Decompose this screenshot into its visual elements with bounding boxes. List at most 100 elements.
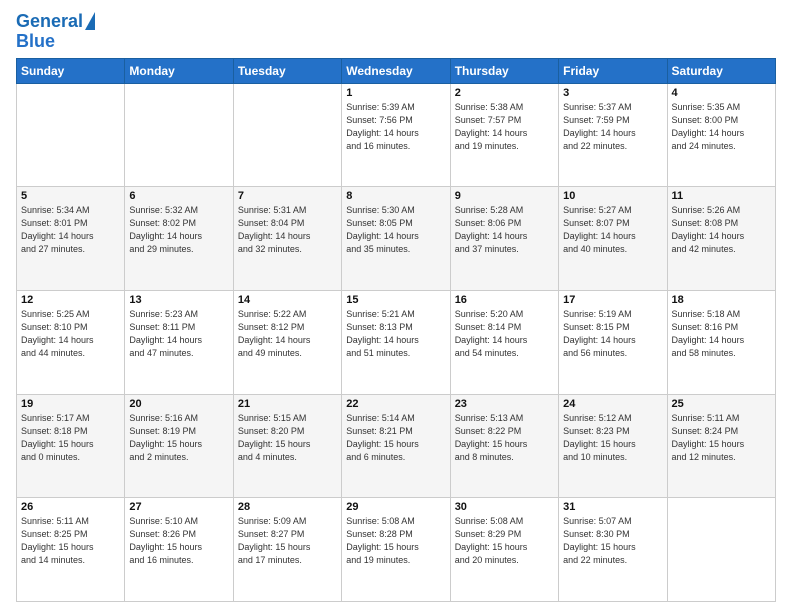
calendar-cell: 12 Sunrise: 5:25 AM Sunset: 8:10 PM Dayli… bbox=[17, 290, 125, 394]
calendar-cell: 10Sunrise: 5:27 AM Sunset: 8:07 PM Dayli… bbox=[559, 187, 667, 291]
day-number: 17 bbox=[563, 294, 662, 306]
calendar-week-row-4: 19 Sunrise: 5:17 AM Sunset: 8:18 PM Dayli… bbox=[17, 394, 776, 498]
day-number: 16 bbox=[455, 294, 554, 306]
page: General Blue SundayMondayTuesdayWednesda… bbox=[0, 0, 792, 612]
day-info: Sunrise: 5:20 AM Sunset: 8:14 PM Dayligh… bbox=[455, 308, 554, 360]
logo-text: General bbox=[16, 12, 83, 32]
day-number: 31 bbox=[563, 501, 662, 513]
day-number: 24 bbox=[563, 398, 662, 410]
calendar-cell: 11 Sunrise: 5:26 AM Sunset: 8:08 PM Dayli… bbox=[667, 187, 775, 291]
day-number: 18 bbox=[672, 294, 771, 306]
calendar-week-row-2: 5 Sunrise: 5:34 AM Sunset: 8:01 PM Daylig… bbox=[17, 187, 776, 291]
day-number: 1 bbox=[346, 87, 445, 99]
day-info: Sunrise: 5:39 AM Sunset: 7:56 PM Dayligh… bbox=[346, 101, 445, 153]
calendar-cell: 19 Sunrise: 5:17 AM Sunset: 8:18 PM Dayli… bbox=[17, 394, 125, 498]
calendar-cell: 17Sunrise: 5:19 AM Sunset: 8:15 PM Dayli… bbox=[559, 290, 667, 394]
day-number: 21 bbox=[238, 398, 337, 410]
calendar-cell: 9Sunrise: 5:28 AM Sunset: 8:06 PM Daylig… bbox=[450, 187, 558, 291]
calendar-cell: 3Sunrise: 5:37 AM Sunset: 7:59 PM Daylig… bbox=[559, 83, 667, 187]
day-number: 3 bbox=[563, 87, 662, 99]
logo-triangle-icon bbox=[85, 12, 95, 30]
calendar-cell: 6Sunrise: 5:32 AM Sunset: 8:02 PM Daylig… bbox=[125, 187, 233, 291]
day-info: Sunrise: 5:21 AM Sunset: 8:13 PM Dayligh… bbox=[346, 308, 445, 360]
calendar-week-row-3: 12 Sunrise: 5:25 AM Sunset: 8:10 PM Dayli… bbox=[17, 290, 776, 394]
day-info: Sunrise: 5:14 AM Sunset: 8:21 PM Dayligh… bbox=[346, 412, 445, 464]
calendar-cell: 27Sunrise: 5:10 AM Sunset: 8:26 PM Dayli… bbox=[125, 498, 233, 602]
calendar-cell: 25 Sunrise: 5:11 AM Sunset: 8:24 PM Dayli… bbox=[667, 394, 775, 498]
day-info: Sunrise: 5:16 AM Sunset: 8:19 PM Dayligh… bbox=[129, 412, 228, 464]
weekday-header-tuesday: Tuesday bbox=[233, 58, 341, 83]
day-info: Sunrise: 5:11 AM Sunset: 8:25 PM Dayligh… bbox=[21, 515, 120, 567]
calendar-cell: 5 Sunrise: 5:34 AM Sunset: 8:01 PM Daylig… bbox=[17, 187, 125, 291]
day-number: 29 bbox=[346, 501, 445, 513]
day-number: 2 bbox=[455, 87, 554, 99]
day-info: Sunrise: 5:13 AM Sunset: 8:22 PM Dayligh… bbox=[455, 412, 554, 464]
logo: General Blue bbox=[16, 12, 95, 52]
calendar-week-row-5: 26 Sunrise: 5:11 AM Sunset: 8:25 PM Dayli… bbox=[17, 498, 776, 602]
day-info: Sunrise: 5:34 AM Sunset: 8:01 PM Dayligh… bbox=[21, 204, 120, 256]
day-info: Sunrise: 5:15 AM Sunset: 8:20 PM Dayligh… bbox=[238, 412, 337, 464]
day-info: Sunrise: 5:27 AM Sunset: 8:07 PM Dayligh… bbox=[563, 204, 662, 256]
day-info: Sunrise: 5:30 AM Sunset: 8:05 PM Dayligh… bbox=[346, 204, 445, 256]
calendar: SundayMondayTuesdayWednesdayThursdayFrid… bbox=[16, 58, 776, 602]
logo-blue-text: Blue bbox=[16, 32, 55, 52]
calendar-cell: 18 Sunrise: 5:18 AM Sunset: 8:16 PM Dayli… bbox=[667, 290, 775, 394]
calendar-week-row-1: 1 Sunrise: 5:39 AM Sunset: 7:56 PM Daylig… bbox=[17, 83, 776, 187]
header: General Blue bbox=[16, 12, 776, 52]
day-number: 7 bbox=[238, 190, 337, 202]
calendar-cell: 4Sunrise: 5:35 AM Sunset: 8:00 PM Daylig… bbox=[667, 83, 775, 187]
calendar-cell: 15 Sunrise: 5:21 AM Sunset: 8:13 PM Dayli… bbox=[342, 290, 450, 394]
calendar-cell: 2 Sunrise: 5:38 AM Sunset: 7:57 PM Daylig… bbox=[450, 83, 558, 187]
day-info: Sunrise: 5:08 AM Sunset: 8:28 PM Dayligh… bbox=[346, 515, 445, 567]
day-info: Sunrise: 5:22 AM Sunset: 8:12 PM Dayligh… bbox=[238, 308, 337, 360]
day-number: 22 bbox=[346, 398, 445, 410]
day-number: 19 bbox=[21, 398, 120, 410]
day-info: Sunrise: 5:23 AM Sunset: 8:11 PM Dayligh… bbox=[129, 308, 228, 360]
calendar-cell bbox=[17, 83, 125, 187]
day-info: Sunrise: 5:25 AM Sunset: 8:10 PM Dayligh… bbox=[21, 308, 120, 360]
calendar-cell: 14Sunrise: 5:22 AM Sunset: 8:12 PM Dayli… bbox=[233, 290, 341, 394]
calendar-cell: 31 Sunrise: 5:07 AM Sunset: 8:30 PM Dayli… bbox=[559, 498, 667, 602]
day-info: Sunrise: 5:17 AM Sunset: 8:18 PM Dayligh… bbox=[21, 412, 120, 464]
calendar-cell bbox=[667, 498, 775, 602]
day-number: 28 bbox=[238, 501, 337, 513]
day-info: Sunrise: 5:09 AM Sunset: 8:27 PM Dayligh… bbox=[238, 515, 337, 567]
calendar-cell: 20 Sunrise: 5:16 AM Sunset: 8:19 PM Dayli… bbox=[125, 394, 233, 498]
day-info: Sunrise: 5:11 AM Sunset: 8:24 PM Dayligh… bbox=[672, 412, 771, 464]
day-info: Sunrise: 5:32 AM Sunset: 8:02 PM Dayligh… bbox=[129, 204, 228, 256]
calendar-cell: 28 Sunrise: 5:09 AM Sunset: 8:27 PM Dayli… bbox=[233, 498, 341, 602]
day-number: 25 bbox=[672, 398, 771, 410]
day-info: Sunrise: 5:26 AM Sunset: 8:08 PM Dayligh… bbox=[672, 204, 771, 256]
calendar-cell: 29 Sunrise: 5:08 AM Sunset: 8:28 PM Dayli… bbox=[342, 498, 450, 602]
day-info: Sunrise: 5:18 AM Sunset: 8:16 PM Dayligh… bbox=[672, 308, 771, 360]
calendar-cell: 21 Sunrise: 5:15 AM Sunset: 8:20 PM Dayli… bbox=[233, 394, 341, 498]
day-number: 30 bbox=[455, 501, 554, 513]
calendar-cell: 8Sunrise: 5:30 AM Sunset: 8:05 PM Daylig… bbox=[342, 187, 450, 291]
day-number: 15 bbox=[346, 294, 445, 306]
calendar-cell: 26 Sunrise: 5:11 AM Sunset: 8:25 PM Dayli… bbox=[17, 498, 125, 602]
calendar-cell: 22 Sunrise: 5:14 AM Sunset: 8:21 PM Dayli… bbox=[342, 394, 450, 498]
weekday-header-monday: Monday bbox=[125, 58, 233, 83]
day-info: Sunrise: 5:12 AM Sunset: 8:23 PM Dayligh… bbox=[563, 412, 662, 464]
day-number: 20 bbox=[129, 398, 228, 410]
day-info: Sunrise: 5:08 AM Sunset: 8:29 PM Dayligh… bbox=[455, 515, 554, 567]
day-number: 12 bbox=[21, 294, 120, 306]
day-number: 5 bbox=[21, 190, 120, 202]
day-number: 26 bbox=[21, 501, 120, 513]
calendar-cell bbox=[125, 83, 233, 187]
day-info: Sunrise: 5:07 AM Sunset: 8:30 PM Dayligh… bbox=[563, 515, 662, 567]
day-info: Sunrise: 5:35 AM Sunset: 8:00 PM Dayligh… bbox=[672, 101, 771, 153]
weekday-header-wednesday: Wednesday bbox=[342, 58, 450, 83]
calendar-cell bbox=[233, 83, 341, 187]
calendar-cell: 23 Sunrise: 5:13 AM Sunset: 8:22 PM Dayli… bbox=[450, 394, 558, 498]
calendar-cell: 30 Sunrise: 5:08 AM Sunset: 8:29 PM Dayli… bbox=[450, 498, 558, 602]
day-info: Sunrise: 5:31 AM Sunset: 8:04 PM Dayligh… bbox=[238, 204, 337, 256]
calendar-cell: 13Sunrise: 5:23 AM Sunset: 8:11 PM Dayli… bbox=[125, 290, 233, 394]
day-info: Sunrise: 5:28 AM Sunset: 8:06 PM Dayligh… bbox=[455, 204, 554, 256]
weekday-header-sunday: Sunday bbox=[17, 58, 125, 83]
day-number: 11 bbox=[672, 190, 771, 202]
day-number: 27 bbox=[129, 501, 228, 513]
calendar-cell: 1 Sunrise: 5:39 AM Sunset: 7:56 PM Daylig… bbox=[342, 83, 450, 187]
day-number: 23 bbox=[455, 398, 554, 410]
day-info: Sunrise: 5:38 AM Sunset: 7:57 PM Dayligh… bbox=[455, 101, 554, 153]
